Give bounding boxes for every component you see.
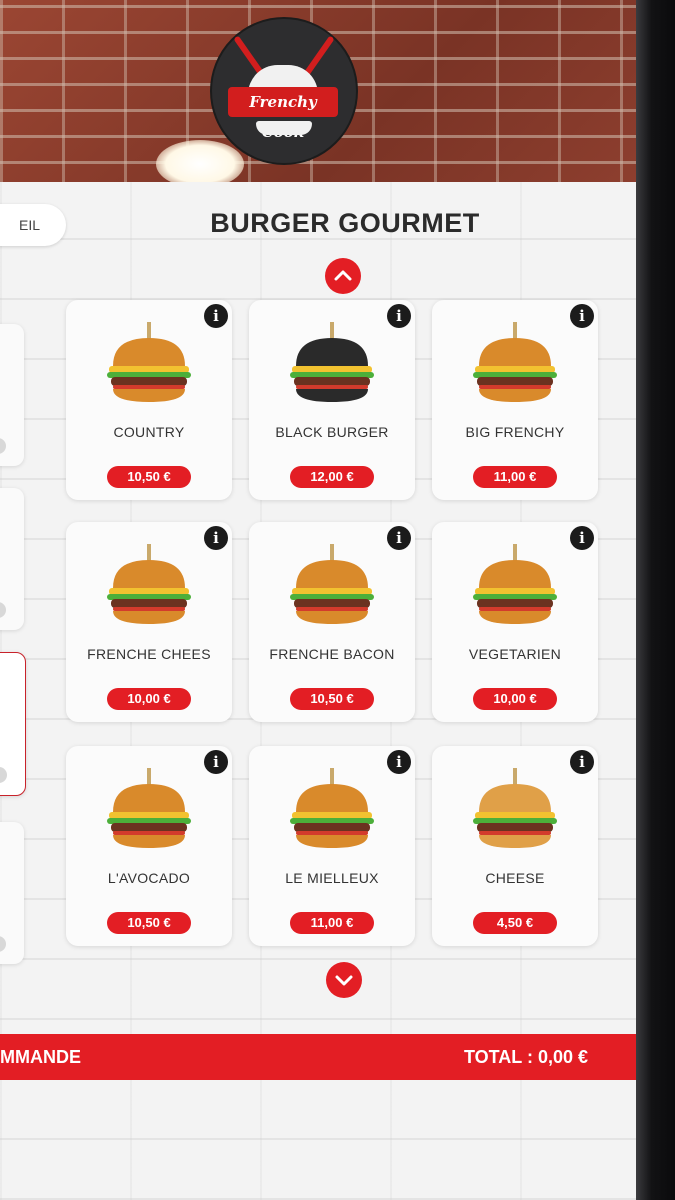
home-button-label: EIL (18, 217, 40, 233)
product-name: COUNTRY (113, 424, 185, 440)
product-price-badge: 11,00 € (473, 466, 557, 488)
category-card[interactable] (0, 822, 24, 964)
chevron-up-icon (334, 270, 352, 281)
product-name: FRENCHE CHEES (87, 646, 211, 662)
burger-image (107, 544, 191, 624)
home-button[interactable]: EIL (0, 204, 66, 246)
info-icon[interactable]: i (570, 526, 594, 550)
product-name: BIG FRENCHY (465, 424, 565, 440)
product-name: CHEESE (485, 870, 545, 886)
product-price-badge: 10,50 € (107, 466, 191, 488)
info-icon[interactable]: i (204, 750, 228, 774)
info-icon[interactable]: i (204, 304, 228, 328)
scroll-up-button[interactable] (325, 258, 361, 294)
product-card[interactable]: i CHEESE 4,50 € (432, 746, 598, 946)
product-name: FRENCHE BACON (269, 646, 395, 662)
burger-image (473, 768, 557, 848)
scroll-down-button[interactable] (326, 962, 362, 998)
burger-image (473, 544, 557, 624)
info-icon[interactable]: i (570, 304, 594, 328)
product-card[interactable]: i LE MIELLEUX 11,00 € (249, 746, 415, 946)
order-button-label: MMANDE (0, 1047, 81, 1067)
product-card[interactable]: i BIG FRENCHY 11,00 € (432, 300, 598, 500)
burger-image (290, 322, 374, 402)
product-name: VEGETARIEN (468, 646, 562, 662)
product-card[interactable]: i FRENCHE CHEES 10,00 € (66, 522, 232, 722)
burger-image (107, 768, 191, 848)
page-title: BURGER GOURMET (210, 208, 480, 238)
frenchy-cook-logo: Frenchy Cook (210, 17, 358, 165)
product-name: BLACK BURGER (275, 424, 389, 440)
category-card-selected[interactable] (0, 652, 26, 796)
product-price-badge: 12,00 € (290, 466, 374, 488)
burger-image (290, 768, 374, 848)
product-price-badge: 11,00 € (290, 912, 374, 934)
burger-bottom-icon (256, 121, 312, 135)
info-icon[interactable]: i (570, 750, 594, 774)
info-icon[interactable]: i (387, 526, 411, 550)
product-name: LE MIELLEUX (285, 870, 379, 886)
product-name: L'AVOCADO (107, 870, 191, 886)
info-icon[interactable]: i (387, 304, 411, 328)
product-card[interactable]: i FRENCHE BACON 10,50 € (249, 522, 415, 722)
logo-text: Frenchy Cook (249, 93, 317, 141)
info-icon[interactable]: i (387, 750, 411, 774)
product-price-badge: 4,50 € (473, 912, 557, 934)
product-card[interactable]: i VEGETARIEN 10,00 € (432, 522, 598, 722)
product-card[interactable]: i BLACK BURGER 12,00 € (249, 300, 415, 500)
product-price-badge: 10,50 € (290, 688, 374, 710)
burger-image (107, 322, 191, 402)
product-card[interactable]: i L'AVOCADO 10,50 € (66, 746, 232, 946)
info-icon[interactable]: i (204, 526, 228, 550)
product-price-badge: 10,00 € (473, 688, 557, 710)
fork-icon (303, 35, 335, 77)
order-total: TOTAL : 0,00 € (463, 1047, 588, 1067)
screen-bezel (636, 0, 675, 1200)
burger-image (290, 544, 374, 624)
category-card[interactable] (0, 488, 24, 630)
product-price-badge: 10,00 € (107, 688, 191, 710)
kiosk-screen: EIL BURGER GOURMET i COUNTRY 10,50 € i BLACK… (0, 182, 640, 1200)
order-bar[interactable]: MMANDE TOTAL : 0,00 € (0, 1034, 640, 1080)
product-card[interactable]: i COUNTRY 10,50 € (66, 300, 232, 500)
category-card[interactable] (0, 324, 24, 466)
ceiling-light-glare (156, 140, 244, 188)
burger-image (473, 322, 557, 402)
chevron-down-icon (335, 975, 353, 986)
product-price-badge: 10,50 € (107, 912, 191, 934)
